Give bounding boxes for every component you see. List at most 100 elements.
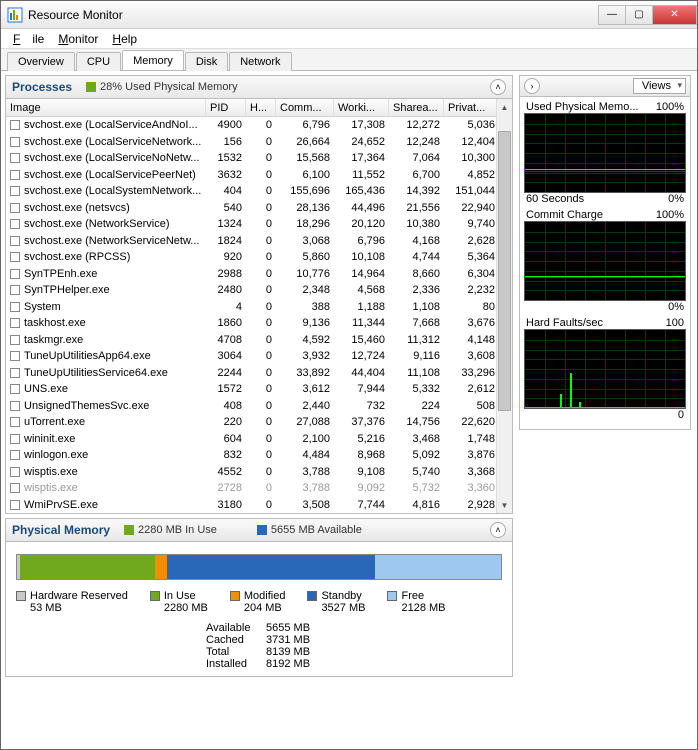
tab-network[interactable]: Network — [229, 52, 291, 71]
row-checkbox[interactable] — [10, 500, 20, 510]
tab-disk[interactable]: Disk — [185, 52, 228, 71]
table-row[interactable]: SynTPHelper.exe248002,3484,5682,3362,232 — [6, 282, 512, 299]
membar-modified — [155, 555, 167, 579]
scroll-down-icon[interactable]: ▼ — [497, 497, 512, 513]
inuse-marker-icon — [124, 525, 134, 535]
minimize-button[interactable]: — — [598, 5, 626, 25]
col-commit[interactable]: Comm... — [276, 99, 334, 116]
right-panel-header: › Views — [519, 75, 691, 97]
table-row[interactable]: svchost.exe (LocalServiceNoNetw...153201… — [6, 150, 512, 167]
graph-commit-charge: Commit Charge100% 0% — [524, 209, 686, 313]
legend-inuse: In Use2280 MB — [150, 590, 208, 614]
col-image[interactable]: Image — [6, 99, 206, 116]
memory-bar — [16, 554, 502, 580]
row-checkbox[interactable] — [10, 450, 20, 460]
menu-monitor[interactable]: Monitor — [52, 30, 104, 48]
table-row[interactable]: taskhost.exe186009,13611,3447,6683,676 — [6, 315, 512, 332]
row-checkbox[interactable] — [10, 351, 20, 361]
row-checkbox[interactable] — [10, 401, 20, 411]
row-checkbox[interactable] — [10, 203, 20, 213]
table-row[interactable]: uTorrent.exe220027,08837,37614,75622,620 — [6, 414, 512, 431]
table-row[interactable]: wininit.exe60402,1005,2163,4681,748 — [6, 431, 512, 448]
legend-free: Free2128 MB — [387, 590, 445, 614]
collapse-icon[interactable]: ˄ — [490, 79, 506, 95]
table-row[interactable]: UnsignedThemesSvc.exe40802,440732224508 — [6, 398, 512, 415]
menu-help[interactable]: Help — [106, 30, 143, 48]
table-row[interactable]: svchost.exe (LocalServiceNetwork...15602… — [6, 134, 512, 151]
row-checkbox[interactable] — [10, 153, 20, 163]
col-working[interactable]: Worki... — [334, 99, 389, 116]
row-checkbox[interactable] — [10, 302, 20, 312]
tab-overview[interactable]: Overview — [7, 52, 75, 71]
table-row[interactable]: svchost.exe (NetworkServiceNetw...182403… — [6, 233, 512, 250]
table-row[interactable]: svchost.exe (RPCSS)92005,86010,1084,7445… — [6, 249, 512, 266]
graph-hard-faults: Hard Faults/sec100 0 — [524, 317, 686, 421]
row-checkbox[interactable] — [10, 417, 20, 427]
scroll-thumb[interactable] — [498, 131, 511, 411]
table-row[interactable]: SynTPEnh.exe2988010,77614,9648,6606,304 — [6, 266, 512, 283]
legend: Hardware Reserved53 MB In Use2280 MB Mod… — [16, 590, 502, 614]
membar-inuse — [20, 555, 155, 579]
maximize-button[interactable]: ▢ — [625, 5, 653, 25]
views-dropdown[interactable]: Views — [633, 78, 686, 94]
row-checkbox[interactable] — [10, 467, 20, 477]
row-checkbox[interactable] — [10, 335, 20, 345]
membar-free — [375, 555, 501, 579]
physmem-avail: 5655 MB Available — [271, 524, 362, 536]
table-row[interactable]: svchost.exe (LocalSystemNetwork...404015… — [6, 183, 512, 200]
table-row[interactable]: svchost.exe (LocalServicePeerNet)363206,… — [6, 167, 512, 184]
table-row[interactable]: TuneUpUtilitiesService64.exe2244033,8924… — [6, 365, 512, 382]
table-row[interactable]: wisptis.exe455203,7889,1085,7403,368 — [6, 464, 512, 481]
tab-memory[interactable]: Memory — [122, 50, 184, 70]
physmem-header[interactable]: Physical Memory 2280 MB In Use 5655 MB A… — [5, 518, 513, 542]
row-checkbox[interactable] — [10, 170, 20, 180]
row-checkbox[interactable] — [10, 186, 20, 196]
row-checkbox[interactable] — [10, 384, 20, 394]
table-row[interactable]: TuneUpUtilitiesApp64.exe306403,93212,724… — [6, 348, 512, 365]
title-bar: Resource Monitor — ▢ ✕ — [1, 1, 697, 29]
row-checkbox[interactable] — [10, 434, 20, 444]
table-row[interactable]: wisptis.exe272803,7889,0925,7323,360 — [6, 480, 512, 497]
row-checkbox[interactable] — [10, 236, 20, 246]
row-checkbox[interactable] — [10, 252, 20, 262]
menu-bar: File Monitor Help — [1, 29, 697, 49]
row-checkbox[interactable] — [10, 318, 20, 328]
row-checkbox[interactable] — [10, 120, 20, 130]
row-checkbox[interactable] — [10, 483, 20, 493]
processes-title: Processes — [12, 80, 72, 94]
collapse-icon[interactable]: ˄ — [490, 522, 506, 538]
table-row[interactable]: UNS.exe157203,6127,9445,3322,612 — [6, 381, 512, 398]
app-icon — [7, 7, 23, 23]
table-row[interactable]: System403881,1881,10880 — [6, 299, 512, 316]
expand-icon[interactable]: › — [524, 78, 540, 94]
tab-cpu[interactable]: CPU — [76, 52, 121, 71]
row-checkbox[interactable] — [10, 219, 20, 229]
table-row[interactable]: svchost.exe (NetworkService)1324018,2962… — [6, 216, 512, 233]
scrollbar[interactable]: ▲ ▼ — [496, 99, 512, 513]
scroll-up-icon[interactable]: ▲ — [497, 99, 512, 115]
table-row[interactable]: svchost.exe (LocalServiceAndNoI...490006… — [6, 117, 512, 134]
processes-header[interactable]: Processes 28% Used Physical Memory ˄ — [5, 75, 513, 99]
col-h[interactable]: H... — [246, 99, 276, 116]
row-checkbox[interactable] — [10, 269, 20, 279]
col-pid[interactable]: PID — [206, 99, 246, 116]
col-private[interactable]: Privat... — [444, 99, 499, 116]
table-row[interactable]: svchost.exe (netsvcs)540028,13644,49621,… — [6, 200, 512, 217]
graph-used-phys-mem: Used Physical Memo...100% 60 Seconds0% — [524, 101, 686, 205]
row-checkbox[interactable] — [10, 285, 20, 295]
legend-modified: Modified204 MB — [230, 590, 286, 614]
table-row[interactable]: taskmgr.exe470804,59215,46011,3124,148 — [6, 332, 512, 349]
window-title: Resource Monitor — [28, 8, 599, 22]
row-checkbox[interactable] — [10, 368, 20, 378]
tab-bar: Overview CPU Memory Disk Network — [1, 49, 697, 71]
row-checkbox[interactable] — [10, 137, 20, 147]
col-shareable[interactable]: Sharea... — [389, 99, 444, 116]
physmem-inuse: 2280 MB In Use — [138, 524, 217, 536]
usage-marker-icon — [86, 82, 96, 92]
close-button[interactable]: ✕ — [652, 5, 697, 25]
memory-stats: Available5655 MB Cached3731 MB Total8139… — [206, 622, 502, 670]
table-row[interactable]: winlogon.exe83204,4848,9685,0923,876 — [6, 447, 512, 464]
table-row[interactable]: WmiPrvSE.exe318003,5087,7444,8162,928 — [6, 497, 512, 514]
menu-file[interactable]: File — [7, 30, 50, 48]
processes-usage: 28% Used Physical Memory — [100, 81, 238, 93]
